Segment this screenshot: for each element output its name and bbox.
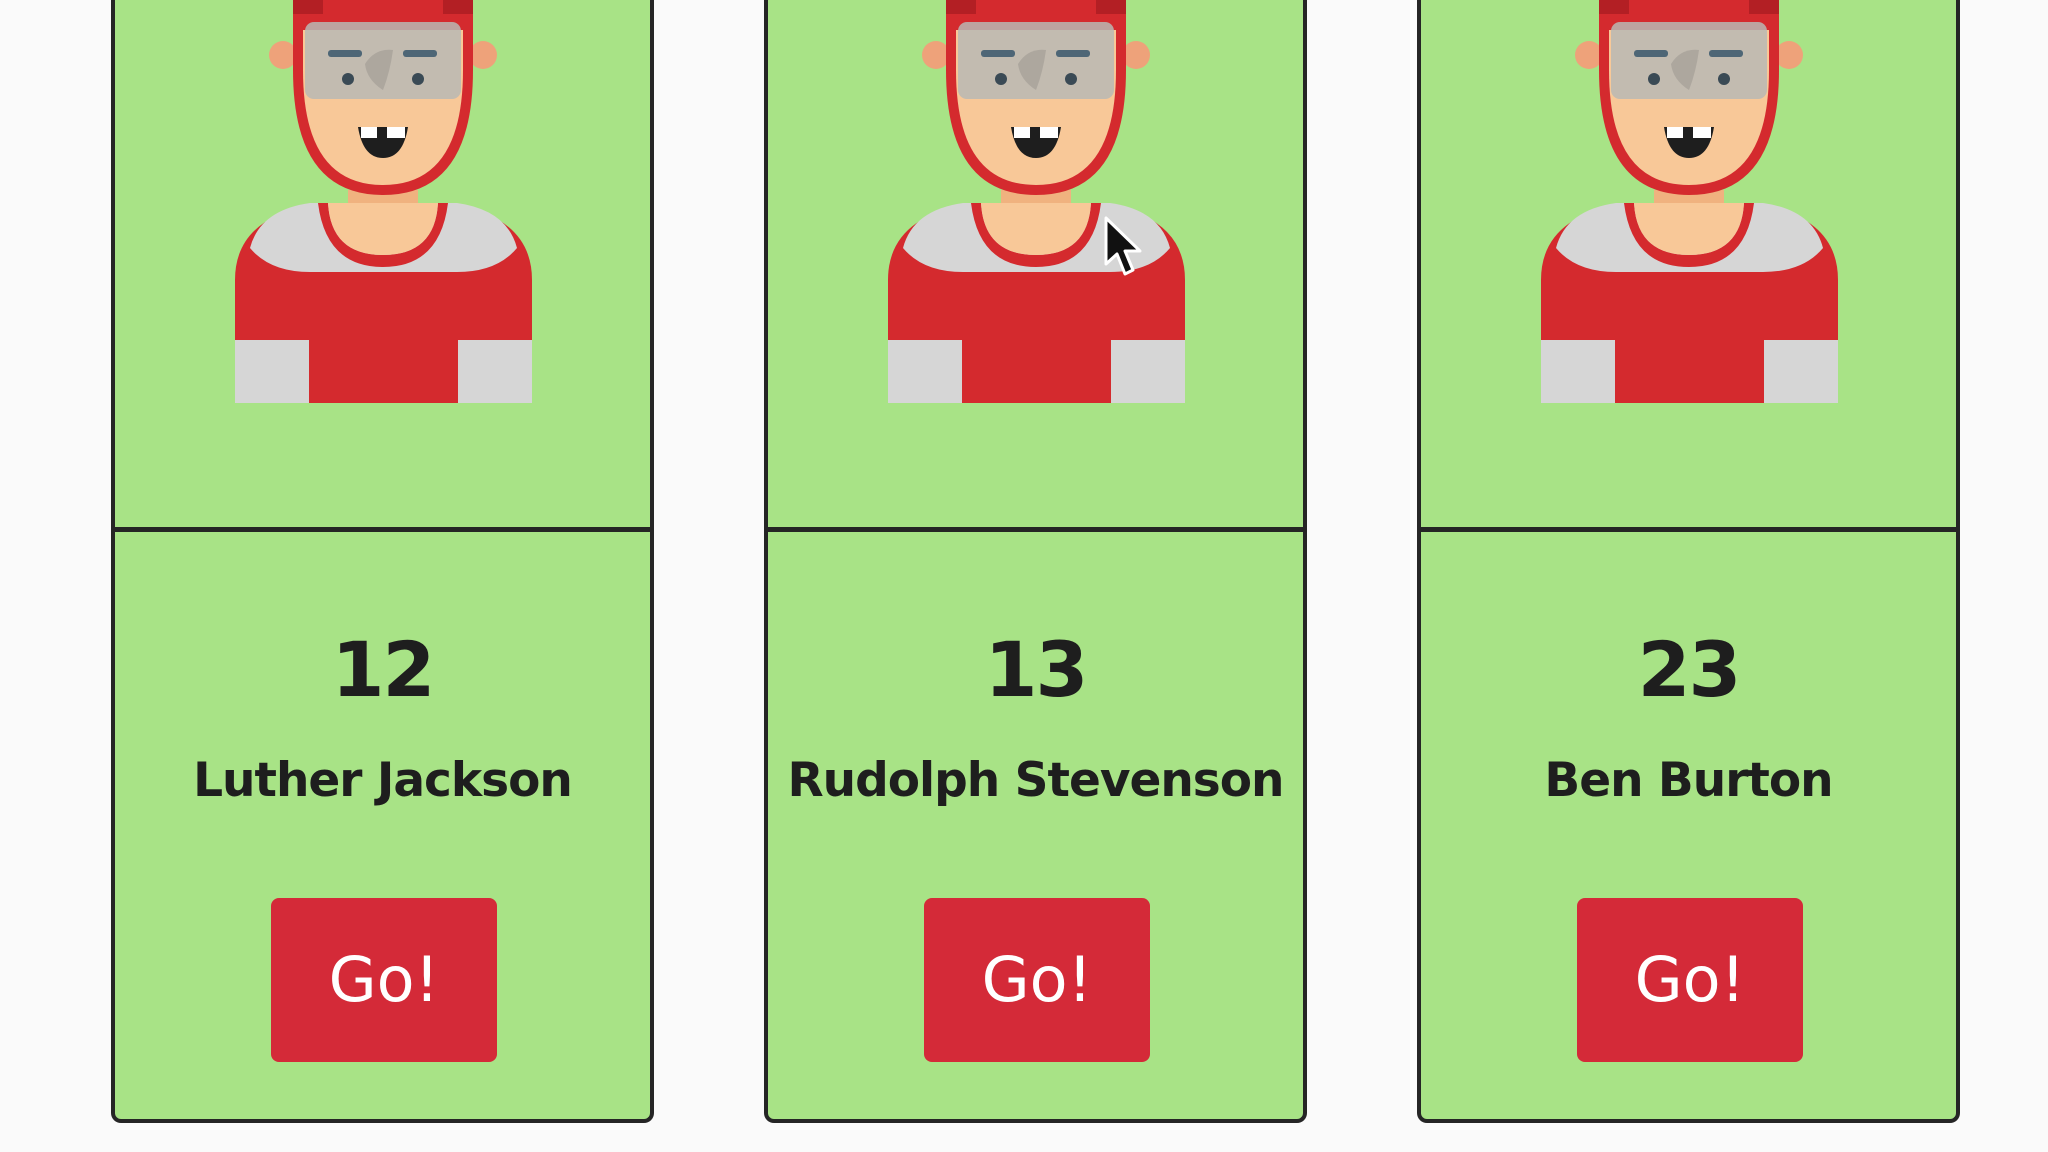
mouse-pointer-icon	[1104, 216, 1142, 276]
go-button[interactable]: Go!	[1577, 898, 1803, 1062]
player-selection-page: 12 Luther Jackson Go! 13 Rudolph Stevens…	[0, 0, 2048, 1152]
player-avatar-panel	[1421, 0, 1956, 532]
player-info-panel: 13 Rudolph Stevenson Go!	[768, 532, 1303, 1119]
player-info-panel: 23 Ben Burton Go!	[1421, 532, 1956, 1119]
player-card: 13 Rudolph Stevenson Go!	[764, 0, 1307, 1123]
hockey-player-avatar-icon	[1541, 0, 1838, 403]
player-info-panel: 12 Luther Jackson Go!	[115, 532, 650, 1119]
hockey-player-avatar-icon	[888, 0, 1185, 403]
player-number: 23	[1637, 625, 1742, 714]
player-card: 23 Ben Burton Go!	[1417, 0, 1960, 1123]
player-number: 12	[331, 625, 436, 714]
hockey-player-avatar-icon	[235, 0, 532, 403]
player-card: 12 Luther Jackson Go!	[111, 0, 654, 1123]
player-name: Luther Jackson	[193, 753, 573, 808]
player-avatar-panel	[768, 0, 1303, 532]
go-button[interactable]: Go!	[271, 898, 497, 1062]
go-button[interactable]: Go!	[924, 898, 1150, 1062]
player-number: 13	[984, 625, 1089, 714]
player-name: Ben Burton	[1544, 753, 1833, 808]
player-avatar-panel	[115, 0, 650, 532]
player-name: Rudolph Stevenson	[787, 753, 1284, 808]
